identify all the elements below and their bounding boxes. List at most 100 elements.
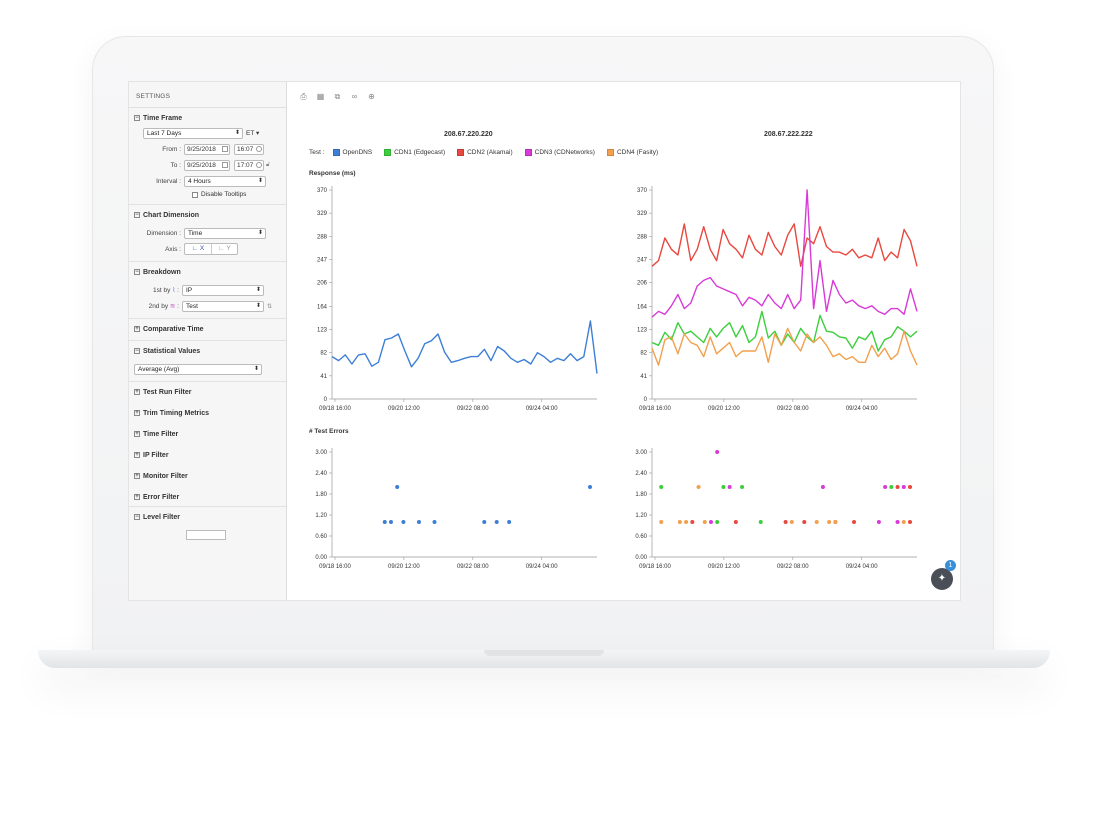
from-label: From :: [162, 145, 181, 153]
statistical-values-title: Statistical Values: [143, 347, 201, 355]
y-tick-label: 0.00: [635, 555, 647, 561]
y-tick-label: 41: [640, 374, 647, 380]
collapse-icon: −: [134, 212, 140, 218]
axis-x-icon: ∟: [191, 245, 199, 252]
scatter-point: [696, 485, 701, 489]
y-tick-label: 2.40: [635, 471, 647, 477]
axis-x-button[interactable]: ∟ X: [185, 244, 211, 254]
scatter-point: [432, 520, 437, 524]
lock-icon[interactable]: 🔓︎: [266, 162, 270, 169]
axis-y-button[interactable]: ∟ Y: [211, 244, 237, 254]
settings-sidebar: SETTINGS − Time Frame Last 7 Days ⬍ ET ▾…: [129, 82, 287, 600]
filter-toggle[interactable]: + Error Filter: [134, 492, 281, 502]
y-tick-label: 3.00: [315, 450, 327, 456]
dimension-value: Time: [188, 229, 203, 237]
to-time-input[interactable]: 17:07: [234, 159, 264, 171]
y-tick-label: 206: [317, 281, 328, 287]
expand-icon: +: [134, 326, 140, 332]
filter-toggle[interactable]: + IP Filter: [134, 450, 281, 460]
y-tick-label: 123: [637, 328, 648, 334]
y-tick-label: 1.80: [635, 492, 647, 498]
level-filter-toggle[interactable]: − Level Filter: [134, 512, 281, 522]
x-tick-label: 09/24 04:00: [846, 564, 878, 570]
to-date-input[interactable]: 9/25/2018: [184, 159, 230, 171]
x-tick-label: 09/22 08:00: [457, 406, 489, 412]
calendar-icon: [222, 145, 228, 152]
axis-label: Axis :: [165, 245, 181, 253]
select-caret-icon: ⬍: [257, 177, 263, 184]
scatter-point: [895, 520, 900, 524]
from-time-input[interactable]: 16:07: [234, 143, 264, 155]
filters-section: + Test Run Filter + Trim Timing Metrics …: [129, 382, 286, 507]
line-chart-icon: ⌇: [172, 287, 176, 294]
expand-icon: +: [134, 431, 140, 437]
breakdown-first-select[interactable]: IP ⬍: [182, 284, 264, 296]
breakdown-second-select[interactable]: Test ⬍: [182, 300, 264, 312]
filter-title: Test Run Filter: [143, 388, 192, 396]
time-range-select[interactable]: Last 7 Days ⬍: [143, 127, 243, 139]
series-line: [651, 189, 918, 318]
breakdown-second-text: 2nd by: [148, 303, 169, 310]
disable-tooltips-option[interactable]: Disable Tooltips: [192, 191, 281, 198]
axis-y-icon: ∟: [218, 245, 225, 252]
assistant-button[interactable]: ✦: [931, 568, 953, 590]
swap-icon[interactable]: ⇅: [267, 303, 272, 310]
x-tick-label: 09/22 08:00: [777, 406, 809, 412]
x-tick-label: 09/24 04:00: [526, 564, 558, 570]
statistical-value-select[interactable]: Average (Avg) ⬍: [134, 363, 262, 375]
y-tick-label: 329: [637, 211, 648, 217]
scatter-point: [901, 485, 906, 489]
from-date-input[interactable]: 9/25/2018: [184, 143, 230, 155]
scatter-point: [908, 485, 912, 489]
breakdown-toggle[interactable]: − Breakdown: [134, 267, 281, 277]
time-frame-toggle[interactable]: − Time Frame: [134, 113, 281, 123]
to-label: To :: [170, 161, 181, 169]
y-tick-label: 164: [637, 304, 648, 310]
filter-toggle[interactable]: + Monitor Filter: [134, 471, 281, 481]
scatter-point: [395, 485, 400, 489]
scatter-point: [659, 485, 664, 489]
scatter-point: [876, 520, 881, 524]
x-tick-label: 09/18 16:00: [319, 406, 351, 412]
scatter-point: [895, 485, 900, 489]
charts-panel: 208.67.220.220 208.67.222.222 Test : Ope…: [287, 82, 960, 600]
expand-icon: +: [134, 494, 140, 500]
timezone-select[interactable]: ET ▾: [246, 129, 259, 137]
y-tick-label: 247: [317, 257, 328, 263]
y-tick-label: 0: [644, 397, 648, 403]
scatter-point: [889, 485, 894, 489]
scatter-point: [883, 485, 888, 489]
scatter-point: [820, 485, 825, 489]
breakdown-title: Breakdown: [143, 268, 181, 276]
x-tick-label: 09/20 12:00: [708, 564, 740, 570]
disable-tooltips-checkbox[interactable]: [192, 191, 198, 198]
filter-toggle[interactable]: + Time Filter: [134, 429, 281, 439]
filter-toggle[interactable]: + Trim Timing Metrics: [134, 408, 281, 418]
interval-select[interactable]: 4 Hours ⬍: [184, 175, 266, 187]
chevron-down-icon: ▾: [256, 130, 260, 137]
breakdown-second-label: 2nd by ≋ :: [148, 303, 179, 310]
select-caret-icon: ⬍: [255, 286, 261, 293]
scatter-point: [727, 485, 732, 489]
scatter-point: [901, 520, 906, 524]
x-tick-label: 09/22 08:00: [777, 564, 809, 570]
y-tick-label: 288: [637, 234, 648, 240]
dimension-select[interactable]: Time ⬍: [184, 227, 266, 239]
y-tick-label: 123: [317, 328, 328, 334]
chart-dimension-toggle[interactable]: − Chart Dimension: [134, 210, 281, 220]
statistical-values-toggle[interactable]: − Statistical Values: [134, 346, 281, 356]
filter-toggle[interactable]: + Test Run Filter: [134, 387, 281, 397]
level-filter-input[interactable]: [186, 530, 226, 540]
comparative-time-toggle[interactable]: + Comparative Time: [134, 324, 281, 334]
y-tick-label: 0.60: [315, 534, 327, 540]
from-date-value: 9/25/2018: [187, 145, 216, 153]
breakdown-section: − Breakdown 1st by ⌇ : IP ⬍ 2nd by ≋ : T…: [129, 262, 286, 319]
axis-x-label: X: [199, 245, 205, 252]
comparative-time-section: + Comparative Time: [129, 319, 286, 341]
x-tick-label: 09/24 04:00: [846, 406, 878, 412]
scatter-point: [733, 520, 738, 524]
interval-value: 4 Hours: [188, 177, 211, 185]
y-tick-label: 0.00: [315, 555, 327, 561]
to-date-value: 9/25/2018: [187, 161, 216, 169]
filter-title: Time Filter: [143, 430, 179, 438]
